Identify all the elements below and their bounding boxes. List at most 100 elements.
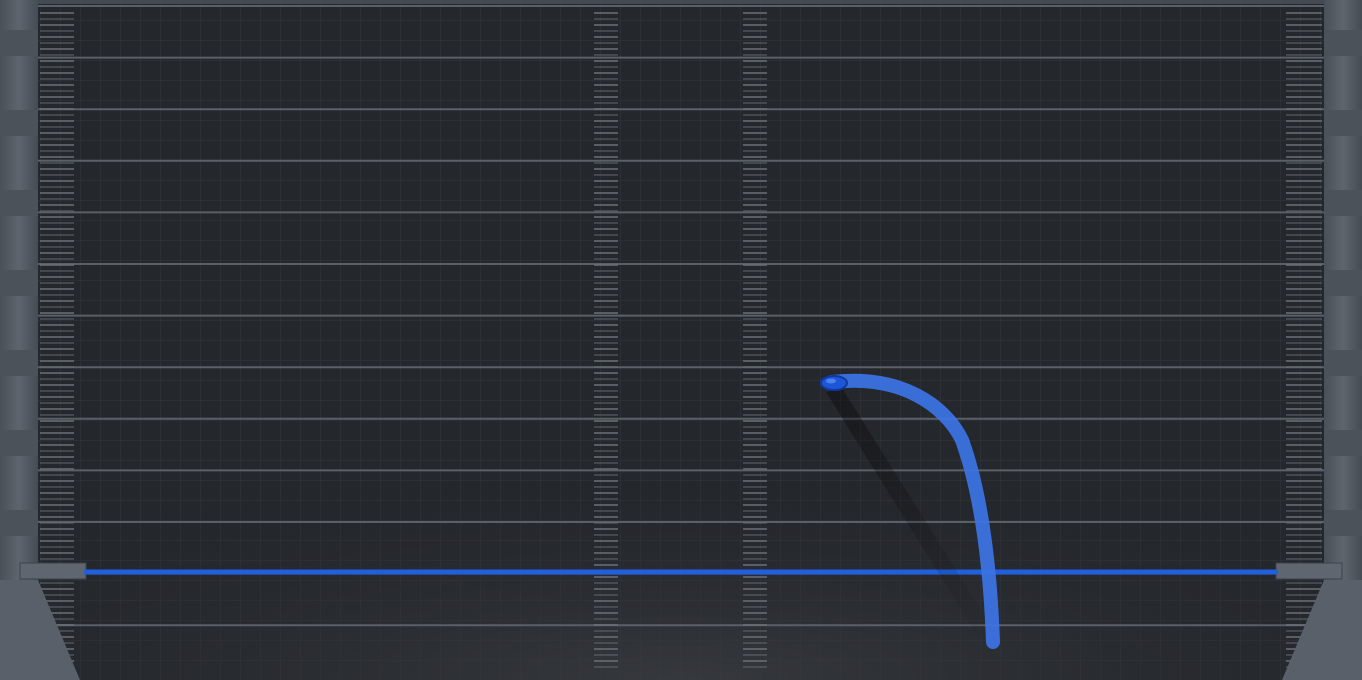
tick-mark — [743, 378, 767, 380]
tick-mark — [743, 546, 767, 548]
tick-mark — [743, 480, 767, 482]
tick-mark — [743, 174, 767, 176]
tick-mark — [1286, 366, 1322, 368]
tick-mark — [40, 216, 74, 218]
tick-mark — [40, 324, 74, 326]
tick-mark — [40, 354, 74, 356]
tick-mark — [1286, 12, 1322, 14]
tick-mark — [594, 408, 618, 410]
tick-mark — [1286, 18, 1322, 20]
tick-mark — [594, 450, 618, 452]
tick-mark — [1286, 246, 1322, 248]
tick-mark — [594, 216, 618, 218]
tick-mark — [1286, 102, 1322, 104]
tick-mark — [743, 306, 767, 308]
tick-mark — [40, 330, 74, 332]
game-board[interactable] — [0, 0, 1362, 680]
tick-mark — [743, 618, 767, 620]
tick-mark — [40, 408, 74, 410]
tick-mark — [1286, 192, 1322, 194]
tick-mark — [40, 156, 74, 158]
tick-mark — [743, 594, 767, 596]
tick-mark — [1286, 360, 1322, 362]
tick-mark — [743, 456, 767, 458]
tick-mark — [40, 54, 74, 56]
tick-mark — [743, 348, 767, 350]
tick-mark — [40, 162, 74, 164]
tick-mark — [743, 30, 767, 32]
tick-mark — [40, 462, 74, 464]
tick-mark — [40, 282, 74, 284]
tick-mark — [594, 438, 618, 440]
floor-glow — [38, 380, 1324, 680]
tick-mark — [1286, 210, 1322, 212]
tick-mark — [594, 96, 618, 98]
tick-mark — [743, 240, 767, 242]
tick-mark — [594, 264, 618, 266]
tick-mark — [743, 90, 767, 92]
tick-mark — [1286, 498, 1322, 500]
tick-mark — [743, 48, 767, 50]
tick-mark — [1286, 468, 1322, 470]
tick-mark — [594, 336, 618, 338]
tick-mark — [1286, 492, 1322, 494]
tick-mark — [743, 408, 767, 410]
tick-mark — [743, 288, 767, 290]
tick-mark — [594, 300, 618, 302]
tick-mark — [1286, 30, 1322, 32]
tick-mark — [1286, 162, 1322, 164]
tick-mark — [40, 390, 74, 392]
tick-mark — [40, 432, 74, 434]
tick-mark — [40, 528, 74, 530]
tick-mark — [594, 666, 618, 668]
tick-mark — [594, 294, 618, 296]
tick-mark — [594, 642, 618, 644]
tick-mark — [1286, 78, 1322, 80]
tick-mark — [1286, 474, 1322, 476]
tick-mark — [743, 156, 767, 158]
tick-mark — [40, 498, 74, 500]
tick-mark — [594, 180, 618, 182]
tick-mark — [594, 60, 618, 62]
tick-mark — [743, 192, 767, 194]
tick-mark — [40, 486, 74, 488]
tick-mark — [40, 12, 74, 14]
tick-mark — [743, 102, 767, 104]
tick-mark — [594, 372, 618, 374]
tick-mark — [594, 102, 618, 104]
tick-mark — [40, 420, 74, 422]
tick-mark — [743, 162, 767, 164]
tick-mark — [594, 534, 618, 536]
tick-mark — [40, 264, 74, 266]
tick-mark — [1286, 558, 1322, 560]
tick-mark — [1286, 150, 1322, 152]
tick-mark — [1286, 264, 1322, 266]
tick-mark — [594, 342, 618, 344]
tick-mark — [40, 228, 74, 230]
tick-mark — [743, 222, 767, 224]
tick-mark — [594, 612, 618, 614]
tick-mark — [594, 594, 618, 596]
tick-mark — [40, 396, 74, 398]
tick-mark — [40, 414, 74, 416]
tick-mark — [40, 312, 74, 314]
tick-mark — [1286, 552, 1322, 554]
tick-mark — [40, 456, 74, 458]
tick-mark — [594, 588, 618, 590]
tick-mark — [40, 300, 74, 302]
tick-mark — [743, 180, 767, 182]
tick-mark — [1286, 306, 1322, 308]
tick-mark — [1286, 204, 1322, 206]
tick-mark — [40, 474, 74, 476]
tick-mark — [743, 300, 767, 302]
tick-mark — [1286, 504, 1322, 506]
tick-mark — [1286, 126, 1322, 128]
tick-mark — [594, 552, 618, 554]
tick-mark — [40, 144, 74, 146]
tick-mark — [594, 528, 618, 530]
tick-mark — [1286, 480, 1322, 482]
tick-mark — [1286, 24, 1322, 26]
tick-mark — [743, 270, 767, 272]
tick-mark — [40, 48, 74, 50]
tick-mark — [594, 258, 618, 260]
